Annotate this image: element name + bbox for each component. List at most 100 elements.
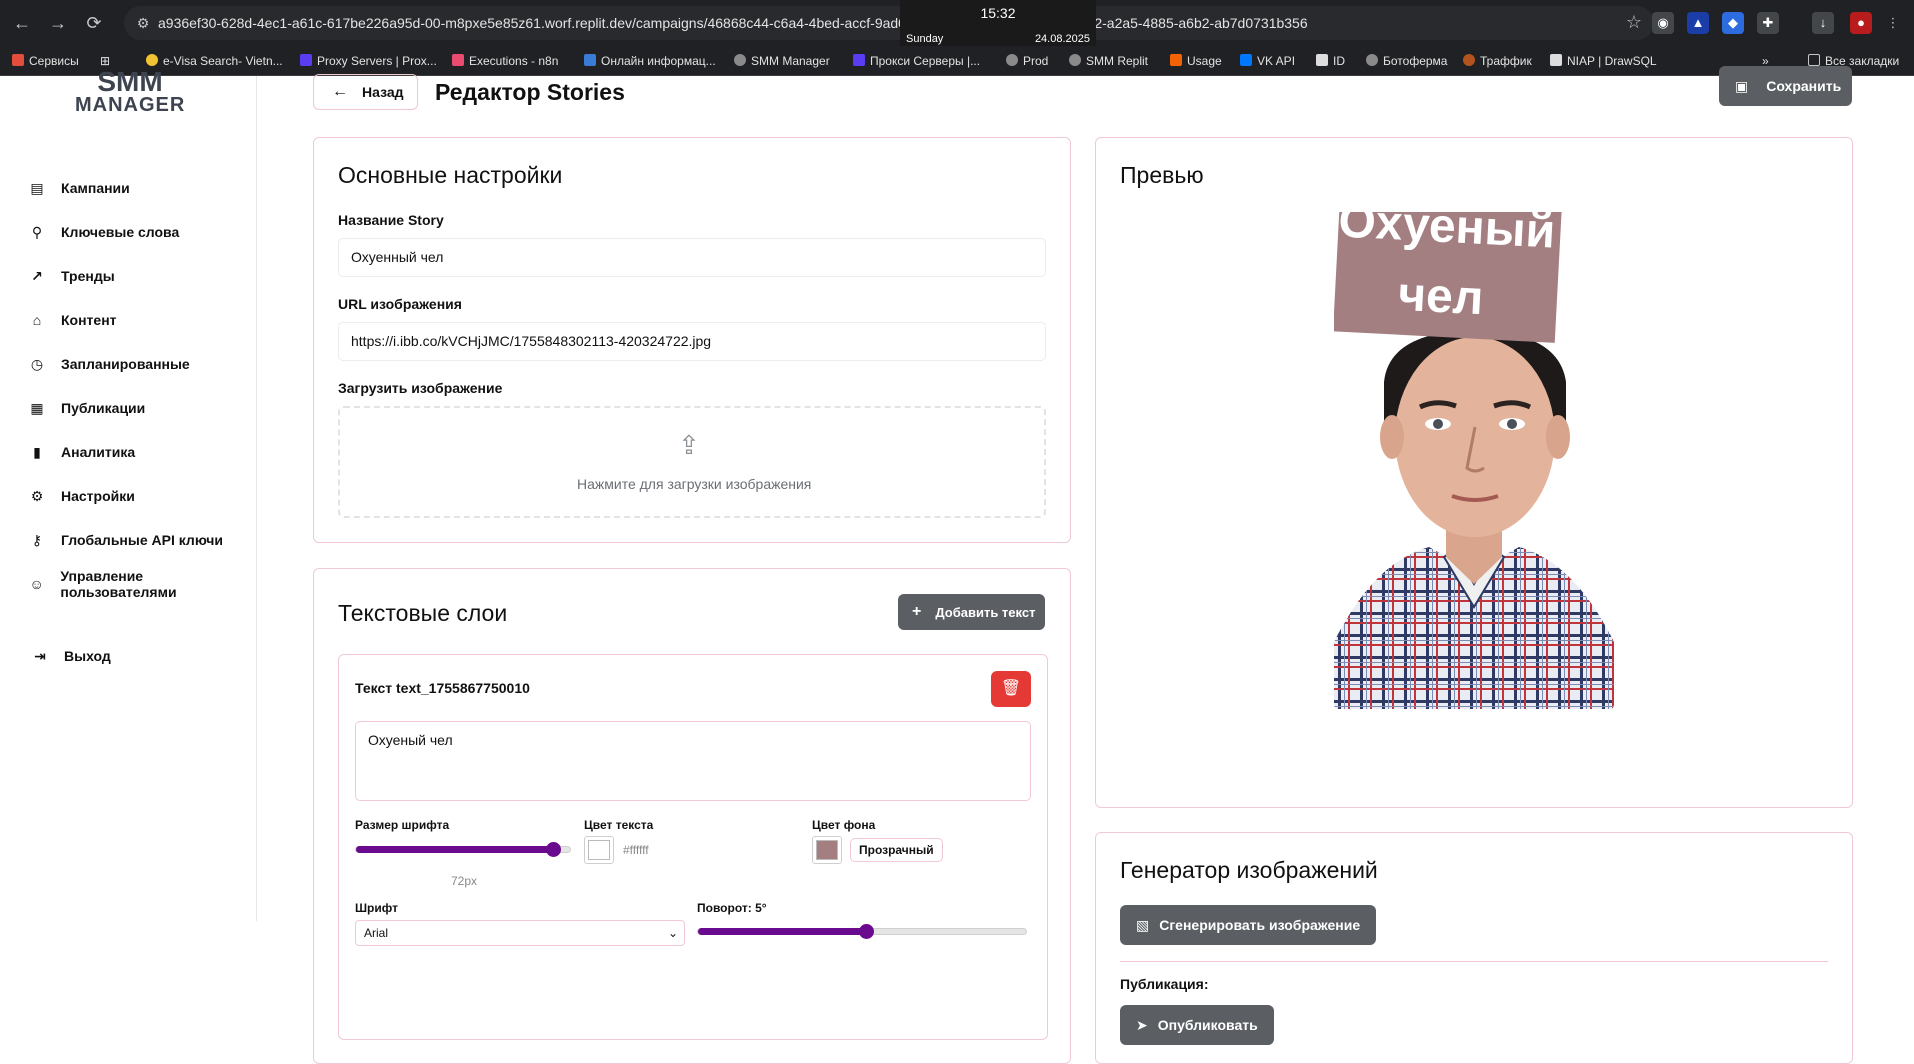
sidebar-item-analytics[interactable]: ▮ Аналитика: [28, 440, 135, 464]
font-select[interactable]: Arial ⌄: [355, 920, 685, 946]
logo: SMM MANAGER: [75, 68, 186, 117]
sidebar-item-trends[interactable]: ↗ Тренды: [28, 264, 115, 288]
logout-button[interactable]: ⇥ Выход: [31, 644, 111, 668]
save-icon: ▣: [1735, 77, 1749, 94]
text-layers-card: Текстовые слои + Добавить текст Текст tex…: [313, 568, 1071, 1064]
story-name-input[interactable]: Охуенный чел: [338, 238, 1046, 277]
extension-cube-icon[interactable]: ◆: [1722, 12, 1744, 34]
bookmark-star-icon[interactable]: ☆: [1626, 12, 1642, 33]
sidebar-item-publications[interactable]: ▦ Публикации: [28, 396, 145, 420]
rotation-thumb[interactable]: [859, 924, 874, 939]
forward-arrow-icon[interactable]: →: [46, 11, 70, 35]
trash-icon: 🗑: [1000, 680, 1022, 697]
upload-label: Загрузить изображение: [338, 380, 503, 396]
font-size-slider[interactable]: [355, 842, 571, 857]
bookmark-item[interactable]: Executions - n8n: [452, 54, 558, 68]
bookmark-item[interactable]: Proxy Servers | Prox...: [300, 54, 437, 68]
bg-color-picker[interactable]: [812, 836, 842, 864]
bookmark-item[interactable]: Usage: [1170, 54, 1222, 68]
bookmark-item[interactable]: SMM Replit: [1069, 54, 1148, 68]
save-button[interactable]: ▣ Сохранить: [1719, 66, 1852, 106]
sidebar-item-settings[interactable]: ⚙ Настройки: [28, 484, 135, 508]
extension-blue-icon[interactable]: ▲: [1687, 12, 1709, 34]
logo-line2: MANAGER: [75, 94, 186, 116]
address-bar[interactable]: ⚙ a936ef30-628d-4ec1-a61c-617be226a95d-0…: [124, 6, 1654, 40]
add-text-button[interactable]: + Добавить текст: [898, 594, 1045, 630]
overlay-line2: чел: [1397, 268, 1485, 325]
sidebar-item-keywords[interactable]: ⚲ Ключевые слова: [28, 220, 179, 244]
profile-icon[interactable]: ●: [1850, 12, 1872, 34]
generator-title: Генератор изображений: [1120, 857, 1378, 883]
document-icon: ▤: [30, 180, 44, 196]
sidebar-item-api-keys[interactable]: ⚷ Глобальные API ключи: [28, 528, 223, 552]
bookmark-item[interactable]: Онлайн информац...: [584, 54, 716, 68]
app: SMM MANAGER ▤ Кампании ⚲ Ключевые слова ↗ Т…: [0, 66, 1914, 1064]
arrow-left-icon: ←: [332, 83, 348, 100]
clock-icon: ◷: [30, 356, 44, 372]
text-color-swatch: [588, 840, 610, 860]
preview-card: Превью Охуеный чел: [1095, 137, 1853, 808]
bookmark-item[interactable]: ID: [1316, 54, 1345, 68]
bookmark-item[interactable]: VK API: [1240, 54, 1295, 68]
basic-settings-title: Основные настройки: [338, 162, 563, 188]
menu-dots-icon[interactable]: ⋮: [1882, 12, 1904, 34]
publish-button[interactable]: ➤ Опубликовать: [1120, 1005, 1274, 1045]
image-url-input[interactable]: https://i.ibb.co/kVCHjJMC/1755848302113-…: [338, 322, 1046, 361]
publish-label: Публикация:: [1120, 976, 1209, 992]
chevron-down-icon: ⌄: [667, 926, 678, 940]
bookmark-item[interactable]: Ботоферма: [1366, 54, 1447, 68]
clock-date: 24.08.2025: [1034, 33, 1090, 45]
page-title: Редактор Stories: [435, 79, 625, 105]
back-arrow-icon[interactable]: ←: [10, 11, 34, 35]
bookmark-item[interactable]: e-Visa Search- Vietn...: [146, 54, 283, 68]
image-url-label: URL изображения: [338, 296, 462, 312]
story-preview-image: Охуеный чел: [1334, 212, 1614, 709]
bookmark-item[interactable]: Прокси Серверы |...: [853, 54, 980, 68]
sidebar-item-scheduled[interactable]: ◷ Запланированные: [28, 352, 190, 376]
sidebar-item-content[interactable]: ⌂ Контент: [28, 308, 117, 332]
sidebar: SMM MANAGER ▤ Кампании ⚲ Ключевые слова ↗ Т…: [0, 68, 257, 921]
chart-icon: ▮: [33, 444, 41, 460]
reload-icon[interactable]: ⟳: [82, 11, 106, 35]
sidebar-item-campaigns[interactable]: ▤ Кампании: [28, 176, 129, 200]
plus-icon: +: [912, 603, 922, 620]
basic-settings-card: Основные настройки Название Story Охуенн…: [313, 137, 1071, 543]
logout-icon: ⇥: [34, 648, 46, 664]
text-layer-title: Текст text_1755867750010: [355, 680, 530, 696]
camera-extension-icon[interactable]: ◉: [1652, 12, 1674, 34]
text-color-picker[interactable]: [584, 836, 614, 864]
delete-layer-button[interactable]: 🗑: [991, 671, 1031, 707]
upload-dropzone[interactable]: ⇪ Нажмите для загрузки изображения: [338, 406, 1046, 518]
rotation-slider[interactable]: [697, 924, 1027, 939]
bookmark-item[interactable]: Prod: [1006, 54, 1048, 68]
bookmark-item[interactable]: NIAP | DrawSQL: [1550, 54, 1657, 68]
bookmark-item[interactable]: SMM Manager: [734, 54, 830, 68]
text-color-value: #ffffff: [623, 843, 649, 857]
users-icon: ☺: [29, 576, 44, 592]
bg-color-swatch: [816, 840, 838, 860]
sidebar-item-users[interactable]: ☺ Управление пользователями: [28, 568, 256, 600]
url-text[interactable]: a936ef30-628d-4ec1-a61c-617be226a95d-00-…: [158, 15, 1308, 31]
logo-line1: SMM: [97, 66, 163, 97]
font-size-thumb[interactable]: [546, 842, 561, 857]
bookmark-item[interactable]: Траффик: [1463, 54, 1532, 68]
generate-image-button[interactable]: ▧ Сгенерировать изображение: [1120, 905, 1377, 945]
preview-title: Превью: [1120, 162, 1204, 188]
portrait-photo: Охуеный чел: [1334, 212, 1614, 709]
bg-color-label: Цвет фона: [812, 818, 876, 832]
back-button[interactable]: ← Назад: [313, 74, 418, 110]
font-size-value: 72px: [451, 874, 478, 888]
layer-text-input[interactable]: Охуеный чел: [355, 721, 1031, 801]
site-settings-icon[interactable]: ⚙: [134, 14, 152, 32]
search-icon: ⚲: [31, 224, 43, 240]
bookmark-item[interactable]: Сервисы: [12, 54, 79, 68]
transparent-button[interactable]: Прозрачный: [850, 838, 943, 862]
gear-icon: ⚙: [30, 488, 44, 504]
trend-icon: ↗: [31, 268, 43, 284]
bookmarks-bar: Сервисы ⊞ e-Visa Search- Vietn... Proxy …: [0, 46, 1914, 76]
extensions-puzzle-icon[interactable]: ✚: [1757, 12, 1779, 34]
rotation-label: Поворот: 5°: [697, 901, 767, 915]
download-icon[interactable]: ↓: [1812, 12, 1834, 34]
generator-card: Генератор изображений ▧ Сгенерировать изо…: [1095, 832, 1853, 1064]
clock-overlay: 15:32 Sunday 24.08.2025: [900, 0, 1096, 50]
